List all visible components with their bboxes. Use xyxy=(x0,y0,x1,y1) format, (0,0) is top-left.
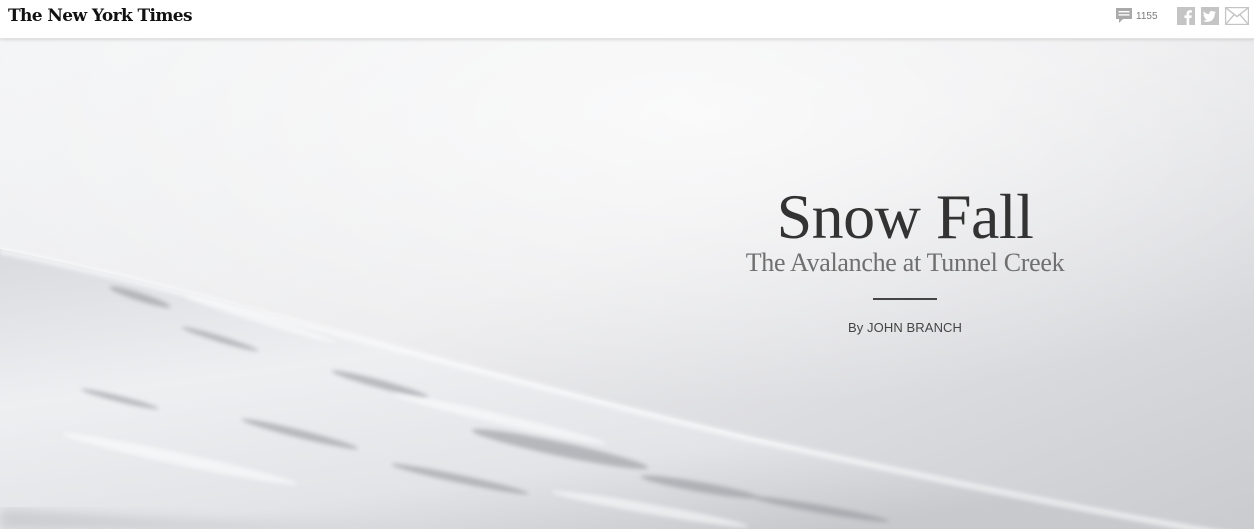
title-divider xyxy=(873,298,937,300)
nyt-logo[interactable]: The New York Times xyxy=(8,6,193,26)
email-share-button[interactable] xyxy=(1225,7,1249,25)
comment-count: 1155 xyxy=(1136,10,1158,22)
story-subtitle: The Avalanche at Tunnel Creek xyxy=(745,248,1065,277)
headline-block: Snow Fall The Avalanche at Tunnel Creek … xyxy=(700,181,1110,336)
top-bar: The New York Times 1155 xyxy=(0,0,1254,39)
story-title: Snow Fall xyxy=(776,181,1034,252)
hero-image: Snow Fall The Avalanche at Tunnel Creek … xyxy=(0,39,1254,529)
comments-button[interactable]: 1155 xyxy=(1115,7,1158,25)
comment-icon xyxy=(1116,8,1132,23)
twitter-icon xyxy=(1201,7,1219,25)
email-icon xyxy=(1225,7,1249,25)
facebook-share-button[interactable] xyxy=(1177,7,1195,25)
facebook-icon xyxy=(1177,7,1195,25)
byline: By JOHN BRANCH xyxy=(847,320,963,335)
twitter-share-button[interactable] xyxy=(1201,7,1219,25)
